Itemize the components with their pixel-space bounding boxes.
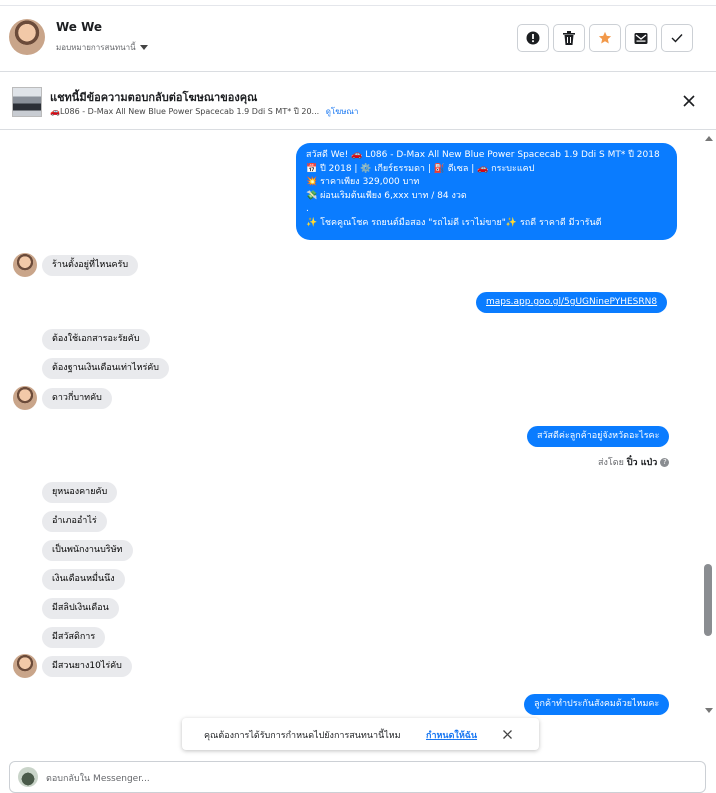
avatar[interactable] [13,654,37,678]
help-icon[interactable]: ? [660,457,670,467]
message-line: ✨ โชคคูณโชค รถยนต์มือสอง "รถไม่ดี เราไม่… [306,217,602,228]
avatar[interactable] [13,253,37,277]
outgoing-message: ลูกค้าทำประกันสังคมด้วยไหมคะ [524,694,670,715]
outgoing-message: สวัสดี We! 🚗 L086 - D-Max All New Blue P… [296,143,677,240]
sender-name: ปิ๋ว แป่ว [626,458,658,468]
close-icon[interactable] [502,729,513,740]
chevron-down-icon [139,45,148,50]
ad-thumbnail[interactable] [12,87,42,117]
avatar[interactable] [9,19,45,55]
contact-name[interactable]: We We [56,20,102,34]
incoming-message: เป็นพนักงานบริษัท [42,540,133,561]
message-scrollbar[interactable] [702,132,714,717]
assign-to-me-link[interactable]: กำหนดให้ฉัน [426,728,477,742]
reply-box[interactable]: ตอบกลับใน Messenger... [9,761,706,793]
outgoing-link-message[interactable]: maps.app.goo.gl/5gUGNinePYHESRN8 [476,292,668,313]
message-line: สวัสดี We! 🚗 L086 - D-Max All New Blue P… [306,150,660,160]
incoming-message: ยุหนองคายคับ [42,482,118,503]
trash-icon [563,31,575,45]
check-icon [671,34,683,43]
envelope-icon [634,33,648,44]
incoming-message: มีสลิปเงินเดือน [42,598,119,619]
close-icon[interactable] [682,94,696,108]
conversation-header: We We มอบหมายการสนทนานี้ [0,6,716,72]
message-line: 📅 ปี 2018 | ⚙️ เกียร์ธรรมดา | ⛽ ดีเซล | … [306,163,535,174]
ad-banner-title: แชทนี้มีข้อความตอบกลับต่อโฆษณาของคุณ [50,91,258,104]
star-button[interactable] [589,24,621,52]
alert-circle-icon [526,31,540,45]
page-avatar [18,767,38,787]
incoming-message: ต้องฐานเงินเดือนเท่าไหร่คับ [42,358,170,379]
incoming-message: มีสวัสดิการ [42,627,106,648]
scroll-down-arrow-icon[interactable] [705,708,713,713]
message-line: 💥 ราคาเพียง 329,000 บาท [306,177,420,187]
assign-dropdown[interactable]: มอบหมายการสนทนานี้ [56,41,148,54]
message-line: 💸 ผ่อนเริ่มต้นเพียง 6,xxx บาท / 84 งวด [306,190,467,201]
assign-prompt-toast: คุณต้องการได้รับการกำหนดไปยังการสนทนานี้… [182,718,539,750]
avatar[interactable] [13,386,37,410]
mark-done-button[interactable] [661,24,693,52]
incoming-message: ร้านตั้งอยู่ที่ไหนครับ [42,255,139,276]
incoming-message: ต้องใช้เอกสารอะรัยคับ [42,329,150,350]
mark-unread-button[interactable] [625,24,657,52]
assign-label: มอบหมายการสนทนานี้ [56,43,136,52]
ad-reply-banner: แชทนี้มีข้อความตอบกลับต่อโฆษณาของคุณ 🚗L0… [0,72,716,130]
ad-banner-subtitle: 🚗L086 - D-Max All New Blue Power Spaceca… [50,105,358,118]
spam-button[interactable] [517,24,549,52]
incoming-message: อำเภออำไร่ [42,511,107,532]
ad-name: 🚗L086 - D-Max All New Blue Power Spaceca… [50,107,320,116]
reply-input-placeholder[interactable]: ตอบกลับใน Messenger... [46,771,150,785]
delete-button[interactable] [553,24,585,52]
sent-by-prefix: ส่งโดย [598,458,624,468]
star-icon [598,31,612,44]
incoming-message: มีสวนยาง10ไร่คับ [42,656,132,677]
message-line: . [306,204,309,214]
conversation-actions [517,24,693,52]
view-ad-link[interactable]: ดูโฆษณา [326,107,359,116]
scroll-up-arrow-icon[interactable] [705,136,713,141]
toast-text: คุณต้องการได้รับการกำหนดไปยังการสนทนานี้… [204,731,401,741]
incoming-message: ดาวกี่บาทคับ [42,388,112,409]
sent-by-label: ส่งโดย ปิ๋ว แป่ว ? [598,455,670,469]
scroll-thumb[interactable] [704,564,712,636]
incoming-message: เงินเดือนหมื่นนึง [42,569,125,590]
outgoing-message: สวัสดีค่ะลูกค้าอยู่จังหวัดอะไรคะ [527,426,670,447]
